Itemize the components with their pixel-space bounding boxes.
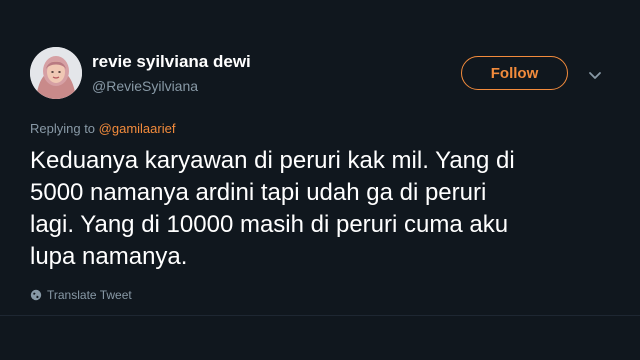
replying-to: Replying to @gamilaarief	[30, 121, 175, 136]
translate-tweet-link[interactable]: Translate Tweet	[30, 288, 132, 302]
avatar-image	[30, 47, 82, 99]
replying-prefix: Replying to	[30, 121, 96, 136]
display-name[interactable]: revie syilviana dewi	[92, 52, 251, 72]
avatar[interactable]	[30, 47, 82, 99]
chevron-down-icon[interactable]	[588, 68, 602, 79]
tweet-line: lagi. Yang di 10000 masih di peruri cuma…	[30, 211, 509, 238]
tweet-card: revie syilviana dewi @ReviеSyilviana Fol…	[0, 0, 640, 360]
reply-mention-link[interactable]: @gamilaarief	[99, 121, 176, 136]
follow-button[interactable]: Follow	[461, 56, 568, 90]
tweet-line: 5000 namanya ardini tapi udah ga di peru…	[30, 179, 487, 206]
tweet-text: Keduanya karyawan di peruri kak mil. Yan…	[30, 145, 620, 273]
user-handle[interactable]: @ReviеSyilviana	[92, 78, 198, 94]
globe-icon	[30, 289, 42, 301]
translate-label: Translate Tweet	[47, 288, 132, 302]
divider	[0, 315, 640, 316]
tweet-line: Keduanya karyawan di peruri kak mil. Yan…	[30, 147, 515, 174]
tweet-line: lupa namanya.	[30, 243, 188, 270]
